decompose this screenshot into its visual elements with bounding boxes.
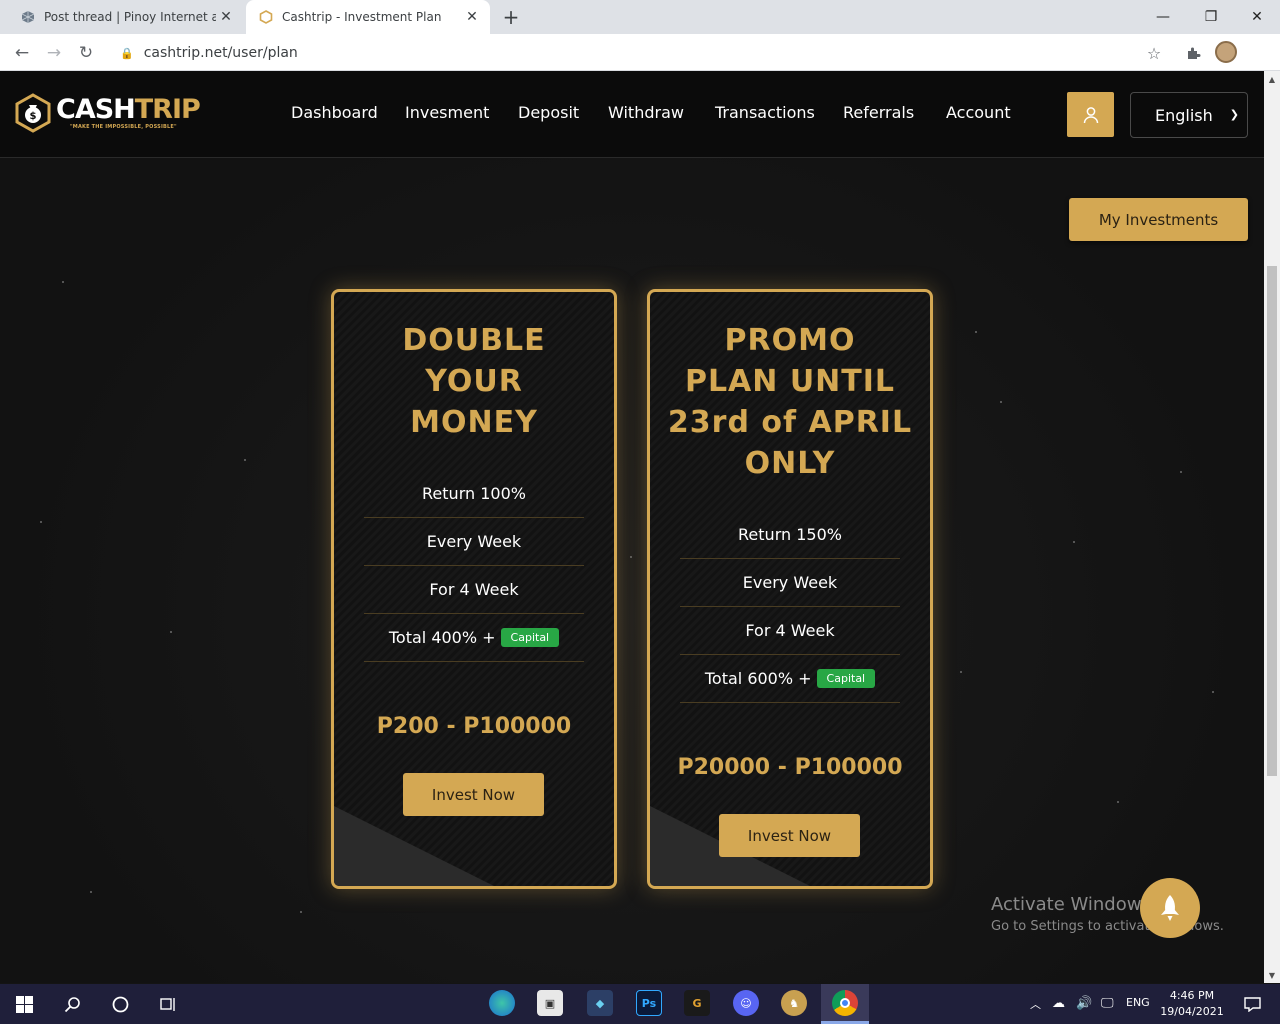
plan-card-promo: PROMO PLAN UNTIL 23rd of APRIL ONLY Retu… bbox=[647, 289, 933, 889]
user-icon bbox=[1083, 106, 1098, 123]
app-diamond-icon[interactable]: ◆ bbox=[587, 990, 613, 1016]
svg-text:$: $ bbox=[30, 111, 37, 122]
input-language[interactable]: ENG bbox=[1126, 996, 1150, 1009]
forum-favicon-icon bbox=[20, 9, 36, 25]
lock-icon: 🔒 bbox=[120, 46, 134, 60]
scroll-up-arrow-icon[interactable]: ▲ bbox=[1264, 71, 1280, 87]
user-profile-button[interactable] bbox=[1067, 92, 1114, 137]
weather-cloud-icon[interactable]: ☁ bbox=[1052, 996, 1065, 1011]
plan-title-line: DOUBLE bbox=[402, 323, 546, 358]
language-select[interactable]: English ❯ bbox=[1130, 92, 1248, 138]
restore-window-icon[interactable]: ❐ bbox=[1188, 0, 1234, 34]
invest-now-button[interactable]: Invest Now bbox=[719, 814, 860, 857]
volume-icon[interactable]: 🔊 bbox=[1076, 996, 1092, 1011]
nav-referrals[interactable]: Referrals bbox=[843, 103, 914, 122]
profile-avatar[interactable] bbox=[1215, 41, 1237, 63]
invest-now-button[interactable]: Invest Now bbox=[403, 773, 544, 816]
chevron-down-icon: ❯ bbox=[1229, 108, 1239, 121]
chrome-icon[interactable] bbox=[832, 990, 858, 1016]
plan-total-text: Total 600% + bbox=[704, 669, 812, 688]
plan-title-line: 23rd of APRIL bbox=[667, 405, 913, 440]
system-clock[interactable]: 4:46 PM 19/04/2021 bbox=[1160, 988, 1224, 1020]
back-icon[interactable]: ← bbox=[9, 40, 35, 66]
clock-time: 4:46 PM bbox=[1169, 989, 1215, 1002]
tab-post-thread[interactable]: Post thread | Pinoy Internet and T ✕ bbox=[8, 0, 244, 34]
close-tab-icon[interactable]: ✕ bbox=[216, 9, 236, 25]
plan-total-text: Total 400% + bbox=[388, 628, 496, 647]
show-hidden-icons-chevron-icon[interactable]: ︿ bbox=[1030, 996, 1041, 1012]
plan-feature-return: Return 100% bbox=[364, 470, 584, 518]
plan-feature-duration: For 4 Week bbox=[680, 607, 900, 655]
money-bag-logo-icon: $ bbox=[14, 93, 52, 133]
scroll-down-arrow-icon[interactable]: ▼ bbox=[1264, 967, 1280, 983]
cashtrip-logo[interactable]: $ CASHTRIP "MAKE THE IMPOSSIBLE, POSSIBL… bbox=[14, 93, 201, 133]
site-header: $ CASHTRIP "MAKE THE IMPOSSIBLE, POSSIBL… bbox=[0, 71, 1264, 158]
page-scrollbar[interactable]: ▲ ▼ bbox=[1264, 71, 1280, 983]
nav-account[interactable]: Account bbox=[946, 103, 1011, 122]
store-bag-icon[interactable]: ▣ bbox=[537, 990, 563, 1016]
windows-taskbar: ▣ ◆ Ps G ☺ ♞ ︿ ☁ 🔊 🖵 ENG 4:46 PM 19/04/2… bbox=[0, 984, 1280, 1024]
logo-text-white: CASH bbox=[56, 94, 136, 125]
edge-browser-icon[interactable] bbox=[489, 990, 515, 1016]
plan-title-line: YOUR bbox=[425, 364, 523, 399]
plan-feature-frequency: Every Week bbox=[364, 518, 584, 566]
logo-text-gold: TRIP bbox=[134, 94, 201, 125]
tab-title: Post thread | Pinoy Internet and T bbox=[44, 10, 216, 24]
language-value: English bbox=[1155, 105, 1213, 125]
my-investments-button[interactable]: My Investments bbox=[1069, 198, 1248, 241]
garena-icon[interactable]: G bbox=[684, 990, 710, 1016]
close-window-icon[interactable]: ✕ bbox=[1234, 0, 1280, 34]
plan-title-line: MONEY bbox=[410, 405, 538, 440]
plan-feature-duration: For 4 Week bbox=[364, 566, 584, 614]
app-figure-icon[interactable]: ♞ bbox=[781, 990, 807, 1016]
plan-card-double: DOUBLE YOUR MONEY Return 100% Every Week… bbox=[331, 289, 617, 889]
rocket-icon bbox=[1161, 895, 1179, 921]
scrollbar-thumb[interactable] bbox=[1267, 266, 1277, 776]
plan-title-line: PROMO bbox=[724, 323, 856, 358]
network-icon[interactable]: 🖵 bbox=[1101, 996, 1114, 1011]
close-tab-icon[interactable]: ✕ bbox=[462, 9, 482, 25]
address-toolbar: ← → ↻ 🔒 cashtrip.net/user/plan ☆ bbox=[0, 34, 1280, 71]
tab-cashtrip[interactable]: Cashtrip - Investment Plan ✕ bbox=[246, 0, 490, 34]
nav-deposit[interactable]: Deposit bbox=[518, 103, 579, 122]
clock-date: 19/04/2021 bbox=[1160, 1005, 1224, 1018]
plan-title-line: ONLY bbox=[744, 446, 836, 481]
plan-title-line: PLAN UNTIL bbox=[684, 364, 896, 399]
discord-icon[interactable]: ☺ bbox=[733, 990, 759, 1016]
plan-feature-frequency: Every Week bbox=[680, 559, 900, 607]
minimize-window-icon[interactable]: — bbox=[1140, 0, 1186, 34]
web-page: $ CASHTRIP "MAKE THE IMPOSSIBLE, POSSIBL… bbox=[0, 71, 1264, 983]
url-field[interactable]: 🔒 cashtrip.net/user/plan bbox=[112, 40, 1132, 66]
bookmark-star-icon[interactable]: ☆ bbox=[1141, 40, 1167, 66]
nav-withdraw[interactable]: Withdraw bbox=[608, 103, 684, 122]
notifications-icon[interactable] bbox=[1236, 988, 1268, 1020]
plan-feature-total: Total 600% + Capital bbox=[680, 655, 900, 703]
extensions-puzzle-icon[interactable] bbox=[1180, 40, 1206, 66]
browser-tab-strip: Post thread | Pinoy Internet and T ✕ Cas… bbox=[0, 0, 1280, 34]
plan-price-range: P20000 - P100000 bbox=[677, 755, 903, 780]
task-view-icon[interactable] bbox=[152, 988, 184, 1020]
scroll-to-top-button[interactable] bbox=[1140, 878, 1200, 938]
nav-transactions[interactable]: Transactions bbox=[715, 103, 815, 122]
nav-investment[interactable]: Invesment bbox=[405, 103, 489, 122]
card-corner-decoration bbox=[334, 806, 494, 886]
new-tab-button[interactable]: + bbox=[498, 4, 524, 30]
capital-badge: Capital bbox=[816, 669, 876, 688]
cortana-icon[interactable] bbox=[104, 988, 136, 1020]
photoshop-icon[interactable]: Ps bbox=[636, 990, 662, 1016]
reload-icon[interactable]: ↻ bbox=[73, 40, 99, 66]
url-text: cashtrip.net/user/plan bbox=[143, 45, 298, 61]
search-icon[interactable] bbox=[56, 988, 88, 1020]
plan-feature-total: Total 400% + Capital bbox=[364, 614, 584, 662]
nav-dashboard[interactable]: Dashboard bbox=[291, 103, 378, 122]
forward-icon[interactable]: → bbox=[41, 40, 67, 66]
plan-price-range: P200 - P100000 bbox=[376, 714, 572, 739]
windows-start-icon[interactable] bbox=[8, 988, 40, 1020]
plan-feature-return: Return 150% bbox=[680, 511, 900, 559]
cashtrip-favicon-icon bbox=[258, 9, 274, 25]
tab-title: Cashtrip - Investment Plan bbox=[282, 10, 442, 24]
capital-badge: Capital bbox=[500, 628, 560, 647]
